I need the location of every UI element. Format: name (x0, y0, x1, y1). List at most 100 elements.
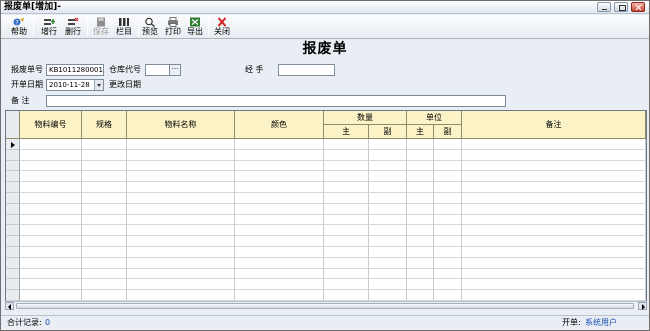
grid-cell[interactable] (369, 203, 407, 215)
horizontal-scrollbar[interactable] (5, 301, 647, 310)
grid-cell[interactable] (127, 268, 235, 280)
grid-cell[interactable] (324, 171, 369, 183)
grid-cell[interactable] (324, 268, 369, 280)
grid-cell[interactable] (324, 193, 369, 204)
grid-cell[interactable] (127, 225, 235, 237)
grid-cell[interactable] (127, 139, 235, 150)
grid-cell[interactable] (407, 290, 434, 301)
grid-cell[interactable] (20, 193, 82, 204)
grid-cell[interactable] (462, 171, 646, 183)
grid-cell[interactable] (235, 149, 324, 161)
close-button[interactable]: 关闭 (210, 17, 234, 38)
export-button[interactable]: 导出 (183, 17, 207, 38)
grid-cell[interactable] (20, 268, 82, 280)
grid-cell[interactable] (434, 193, 462, 204)
grid-cell[interactable] (462, 160, 646, 172)
grid-cell[interactable] (462, 225, 646, 237)
maximize-button[interactable] (614, 2, 628, 12)
grid-cell[interactable] (82, 193, 127, 204)
row-header[interactable] (6, 268, 20, 280)
row-header[interactable] (6, 225, 20, 237)
grid-cell[interactable] (462, 139, 646, 150)
grid-cell[interactable] (127, 203, 235, 215)
grid-cell[interactable] (324, 290, 369, 301)
grid-cell[interactable] (82, 279, 127, 291)
grid-cell[interactable] (369, 160, 407, 172)
col-spec[interactable]: 规格 (82, 111, 127, 139)
row-header[interactable] (6, 214, 20, 226)
grid-cell[interactable] (369, 149, 407, 161)
grid-cell[interactable] (369, 290, 407, 301)
chevron-down-icon[interactable] (94, 80, 103, 90)
grid-cell[interactable] (127, 214, 235, 226)
grid-cell[interactable] (369, 247, 407, 258)
grid-cell[interactable] (434, 203, 462, 215)
grid-cell[interactable] (82, 236, 127, 247)
grid-cell[interactable] (235, 268, 324, 280)
grid-cell[interactable] (462, 257, 646, 269)
grid-cell[interactable] (82, 257, 127, 269)
grid-cell[interactable] (434, 149, 462, 161)
grid-cell[interactable] (407, 279, 434, 291)
grid-cell[interactable] (20, 236, 82, 247)
grid-cell[interactable] (324, 214, 369, 226)
col-color[interactable]: 颜色 (235, 111, 324, 139)
grid-cell[interactable] (434, 257, 462, 269)
grid-cell[interactable] (407, 193, 434, 204)
col-unit-sub[interactable]: 副 (434, 125, 462, 139)
col-item-code[interactable]: 物料编号 (20, 111, 82, 139)
grid-cell[interactable] (324, 160, 369, 172)
warehouse-field[interactable] (145, 64, 170, 76)
print-button[interactable]: 打印 (161, 17, 185, 38)
grid-cell[interactable] (324, 257, 369, 269)
grid-cell[interactable] (434, 290, 462, 301)
grid-cell[interactable] (434, 247, 462, 258)
date-picker[interactable]: 2010-11-28 (46, 79, 104, 91)
grid-cell[interactable] (369, 139, 407, 150)
grid-cell[interactable] (127, 171, 235, 183)
grid-cell[interactable] (235, 171, 324, 183)
col-qty-sub[interactable]: 副 (369, 125, 407, 139)
grid-cell[interactable] (82, 182, 127, 193)
grid-cell[interactable] (235, 247, 324, 258)
grid-cell[interactable] (407, 225, 434, 237)
grid-cell[interactable] (127, 257, 235, 269)
row-header[interactable] (6, 182, 20, 193)
grid-cell[interactable] (82, 268, 127, 280)
grid-cell[interactable] (434, 268, 462, 280)
grid-cell[interactable] (20, 203, 82, 215)
col-unit-main[interactable]: 主 (407, 125, 434, 139)
grid-cell[interactable] (407, 160, 434, 172)
remark-field[interactable] (46, 95, 506, 107)
grid-cell[interactable] (434, 214, 462, 226)
grid-cell[interactable] (434, 225, 462, 237)
grid-cell[interactable] (127, 290, 235, 301)
grid-cell[interactable] (434, 160, 462, 172)
grid-cell[interactable] (82, 171, 127, 183)
grid-cell[interactable] (407, 268, 434, 280)
grid-cell[interactable] (434, 182, 462, 193)
grid-cell[interactable] (127, 193, 235, 204)
row-header[interactable] (6, 236, 20, 247)
grid-cell[interactable] (82, 139, 127, 150)
row-header[interactable] (6, 290, 20, 301)
window-close-button[interactable] (631, 2, 645, 12)
grid-cell[interactable] (462, 247, 646, 258)
grid-cell[interactable] (235, 214, 324, 226)
grid-cell[interactable] (462, 268, 646, 280)
minimize-button[interactable] (597, 2, 611, 12)
grid-cell[interactable] (324, 236, 369, 247)
scroll-left-button[interactable] (5, 302, 14, 310)
scroll-thumb[interactable] (16, 303, 634, 309)
row-header[interactable] (6, 193, 20, 204)
grid-cell[interactable] (127, 182, 235, 193)
grid-cell[interactable] (369, 225, 407, 237)
grid-cell[interactable] (462, 182, 646, 193)
row-header[interactable] (6, 279, 20, 291)
grid-cell[interactable] (20, 290, 82, 301)
grid-cell[interactable] (324, 149, 369, 161)
grid-cell[interactable] (235, 257, 324, 269)
add-row-button[interactable]: 增行 (37, 17, 61, 38)
current-row-indicator[interactable] (6, 139, 20, 150)
col-remark[interactable]: 备注 (462, 111, 646, 139)
